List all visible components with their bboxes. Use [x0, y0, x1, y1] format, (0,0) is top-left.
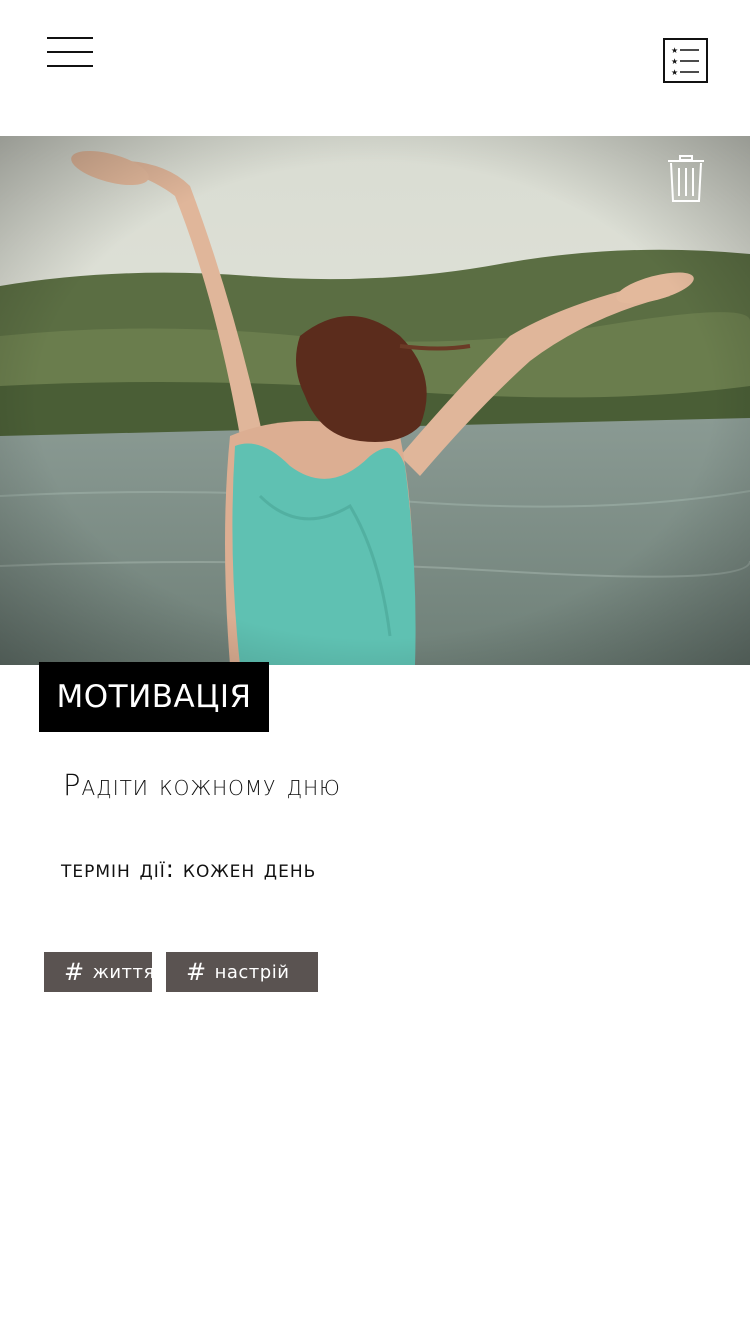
- tag-nastrii[interactable]: # настрій: [166, 952, 318, 992]
- svg-text:★: ★: [671, 57, 678, 66]
- tag-label: настрій: [214, 961, 290, 983]
- tag-label: життя: [92, 961, 155, 983]
- hash-icon: #: [186, 958, 207, 986]
- goal-deadline: термін дії: кожен день: [61, 855, 316, 883]
- svg-text:★: ★: [671, 68, 678, 77]
- hamburger-menu-icon[interactable]: [47, 37, 93, 69]
- hash-icon: #: [64, 958, 85, 986]
- category-label: МОТИВАЦІЯ: [39, 662, 269, 732]
- goal-photo: [0, 136, 750, 665]
- starred-list-icon[interactable]: ★ ★ ★: [663, 38, 708, 83]
- deadline-label: термін дії:: [61, 855, 175, 883]
- goal-title: Радіти кожному дню: [63, 768, 341, 802]
- category-text: МОТИВАЦІЯ: [56, 679, 252, 715]
- svg-text:★: ★: [671, 46, 678, 55]
- tag-zhyttia[interactable]: # життя: [44, 952, 155, 992]
- deadline-value: кожен день: [182, 855, 317, 883]
- delete-trash-icon[interactable]: [666, 154, 706, 204]
